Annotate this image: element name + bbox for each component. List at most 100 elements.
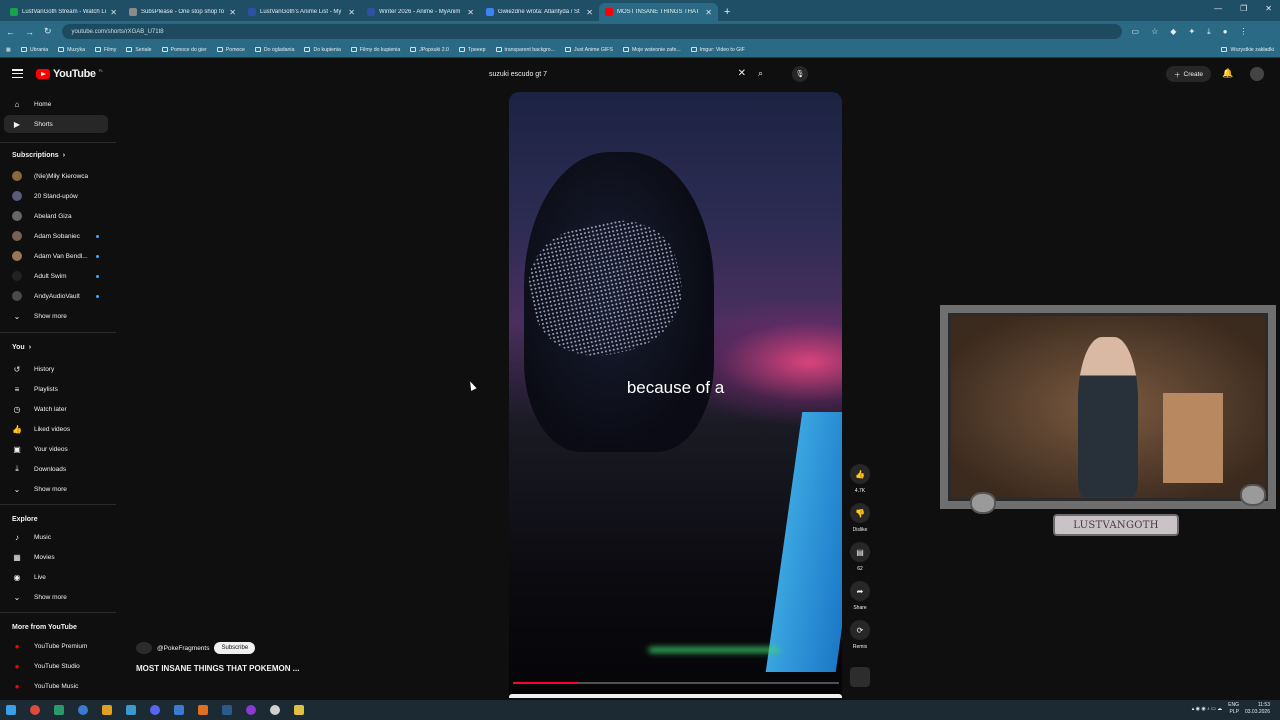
bookmark-item[interactable]: Pomoce (216, 47, 245, 53)
subscription-item[interactable]: (Nie)Miły Kierowca (4, 167, 108, 185)
share-icon[interactable]: ➦ (850, 581, 870, 601)
app-icon[interactable] (126, 705, 136, 715)
cast-icon[interactable]: ▭ (1132, 27, 1140, 37)
comments-action[interactable]: ▤ 62 (850, 542, 870, 572)
next-short-preview[interactable] (509, 694, 842, 698)
sidebar-item[interactable]: ♪ Music (4, 528, 108, 546)
sidebar-item[interactable]: ⌂ Home (4, 95, 108, 113)
sidebar-item[interactable]: ● YouTube Studio (4, 657, 108, 675)
url-field[interactable]: youtube.com/shorts/rXGAB_U71t8 (61, 24, 1122, 39)
bookmark-item[interactable]: transparent backgro... (495, 47, 555, 53)
app-icon[interactable] (246, 705, 256, 715)
forward-icon[interactable]: → (25, 27, 34, 37)
subscription-item[interactable]: AndyAudioVault (4, 287, 108, 305)
bookmark-item[interactable]: Muzyka (58, 47, 85, 53)
sidebar-item[interactable]: ▣ Your videos (4, 440, 108, 458)
channel-avatar[interactable] (136, 642, 152, 654)
remix-action[interactable]: ⟳ Remix (850, 620, 870, 650)
menu-dots-icon[interactable]: ⋮ (1240, 27, 1248, 37)
browser-icon[interactable] (78, 705, 88, 715)
clear-search-icon[interactable]: ✕ (738, 68, 746, 79)
start-icon[interactable] (6, 705, 16, 715)
notifications-bell-icon[interactable]: 🔔 (1222, 68, 1233, 79)
bookmark-item[interactable]: Moje wsteonie zafe... (622, 47, 681, 53)
app-icon[interactable] (174, 705, 184, 715)
folder-icon[interactable] (294, 705, 304, 715)
sidebar-item[interactable]: ◷ Watch later (4, 400, 108, 418)
app-icon[interactable] (102, 705, 112, 715)
show-more-button[interactable]: ⌄ Show more (4, 588, 108, 606)
back-icon[interactable]: ← (6, 27, 15, 37)
sidebar-item[interactable]: ↺ History (4, 360, 108, 378)
sidebar-item[interactable]: 👍 Liked videos (4, 420, 108, 438)
channel-name[interactable]: @PokeFragments (157, 645, 209, 652)
sidebar-item[interactable]: ● YouTube Music (4, 677, 108, 695)
dislike-action[interactable]: 👎 Dislike (850, 503, 870, 533)
show-more-button[interactable]: ⌄ Show more (4, 307, 108, 325)
subscriptions-heading[interactable]: Subscriptions › (12, 152, 65, 159)
short-title[interactable]: MOST INSANE THINGS THAT POKEMON ... (136, 664, 299, 673)
tab-close-icon[interactable]: ✕ (229, 8, 236, 17)
obs-icon[interactable] (270, 705, 280, 715)
tab-close-icon[interactable]: ✕ (586, 8, 593, 17)
sidebar-item[interactable]: ⤓ Downloads (4, 460, 108, 478)
tab-close-icon[interactable]: ✕ (467, 8, 474, 17)
show-more-button[interactable]: ⌄ Show more (4, 480, 108, 498)
subscribe-button[interactable]: Subscribe (214, 642, 256, 654)
puzzle-icon[interactable]: ✦ (1188, 27, 1195, 37)
more-from-youtube-heading[interactable]: More from YouTube (12, 624, 77, 631)
like-icon[interactable]: 👍 (850, 464, 870, 484)
browser-tab[interactable]: LustVanGoth Stream - Watch Li ✕ (4, 3, 123, 21)
browser-tab[interactable]: Gwiezdne wrota: Atlantyda / St ✕ (480, 3, 599, 21)
bookmark-item[interactable]: Imgur: Video to GIF (690, 47, 745, 53)
app-icon[interactable] (54, 705, 64, 715)
explore-heading[interactable]: Explore (12, 516, 38, 523)
tab-close-icon[interactable]: ✕ (348, 8, 355, 17)
subscription-item[interactable]: 20 Stand-upów (4, 187, 108, 205)
search-input[interactable]: suzuki escudo gt 7 ✕ (481, 67, 752, 82)
vlc-icon[interactable] (198, 705, 208, 715)
create-button[interactable]: ＋ Create (1166, 66, 1212, 82)
microphone-icon[interactable]: 🎙 (792, 66, 808, 82)
menu-icon[interactable] (12, 69, 23, 78)
tray-clock[interactable]: 11:53 03.03.2026 (1245, 702, 1270, 716)
bookmark-item[interactable]: Ubrania (20, 47, 48, 53)
you-heading[interactable]: You › (12, 344, 31, 351)
sound-thumbnail[interactable] (850, 667, 870, 687)
steam-icon[interactable] (222, 705, 232, 715)
comments-icon[interactable]: ▤ (850, 542, 870, 562)
shorts-video-player[interactable]: because of a (509, 92, 842, 697)
like-action[interactable]: 👍 4.7K (850, 464, 870, 494)
bookmark-item[interactable]: Just Anime GIFS (565, 47, 613, 53)
subscription-item[interactable]: Adam Van Bendl... (4, 247, 108, 265)
sidebar-item[interactable]: ▦ Movies (4, 548, 108, 566)
sidebar-item[interactable]: ● YouTube Premium (4, 637, 108, 655)
dislike-icon[interactable]: 👎 (850, 503, 870, 523)
apps-icon[interactable]: ▦ (6, 47, 11, 53)
reload-icon[interactable]: ↻ (44, 26, 52, 37)
discord-icon[interactable] (150, 705, 160, 715)
account-avatar[interactable] (1250, 67, 1264, 81)
browser-tab[interactable]: LustVanGoth's Anime List - My ✕ (242, 3, 361, 21)
browser-tab[interactable]: MOST INSANE THINGS THAT ✕ (599, 3, 718, 21)
subscription-item[interactable]: Abelard Giza (4, 207, 108, 225)
bookmark-item[interactable]: Do kupienia (304, 47, 341, 53)
bookmark-item[interactable]: Filmy do kupienia (350, 47, 400, 53)
share-action[interactable]: ➦ Share (850, 581, 870, 611)
tray-language[interactable]: ENG PLP (1228, 702, 1239, 716)
minimize-icon[interactable]: — (1214, 4, 1222, 13)
browser-tab[interactable]: SubsPlease - One stop shop fo ✕ (123, 3, 242, 21)
bookmark-item[interactable]: Pomoce do gier (161, 47, 207, 53)
bookmark-star-icon[interactable]: ☆ (1151, 27, 1158, 37)
maximize-icon[interactable]: ❐ (1240, 4, 1247, 13)
browser-tab[interactable]: Winter 2026 - Anime - MyAnim ✕ (361, 3, 480, 21)
new-tab-icon[interactable]: + (724, 6, 730, 18)
subscription-item[interactable]: Adam Sobaniec (4, 227, 108, 245)
bookmark-item[interactable]: Filmy (94, 47, 116, 53)
tab-close-icon[interactable]: ✕ (110, 8, 117, 17)
sidebar-item[interactable]: ▶ Shorts (4, 115, 108, 133)
tray-icons[interactable]: ▴ ◉ ◉ ♪ ▭ ☁ (1192, 706, 1222, 712)
tab-close-icon[interactable]: ✕ (705, 8, 712, 17)
all-bookmarks[interactable]: Wszystkie zakładki (1221, 47, 1274, 53)
sidebar-item[interactable]: ≡ Playlists (4, 380, 108, 398)
